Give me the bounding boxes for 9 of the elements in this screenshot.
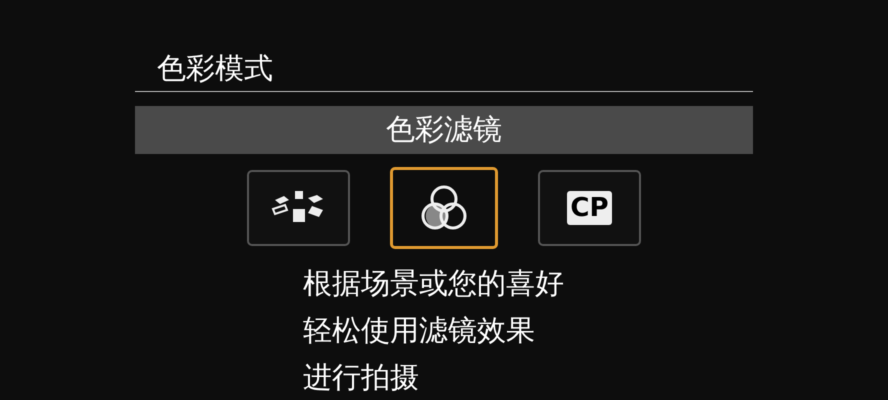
menu-title: 色彩模式	[135, 0, 753, 92]
mode-option[interactable]	[390, 167, 498, 249]
section-header: 色彩滤镜	[135, 106, 753, 154]
mode-option[interactable]: CP	[538, 170, 641, 246]
cp-badge: CP	[567, 191, 612, 225]
description-line: 根据场景或您的喜好	[303, 265, 565, 302]
mode-option[interactable]	[247, 170, 350, 246]
description-line: 进行拍摄	[303, 359, 420, 396]
description-line: 轻松使用滤镜效果	[303, 312, 536, 349]
